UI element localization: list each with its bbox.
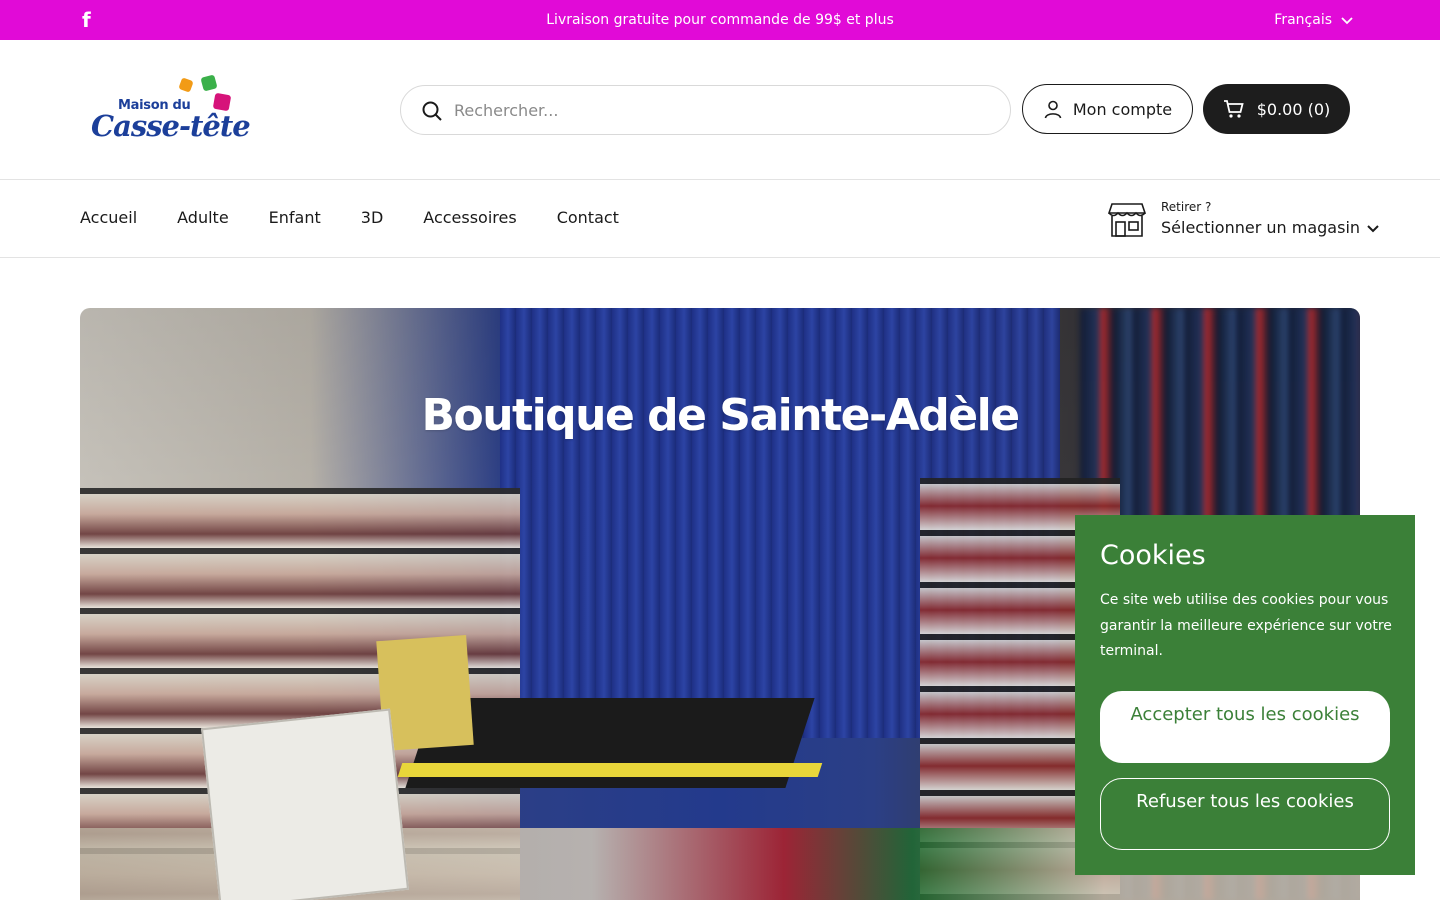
nav-item-enfant[interactable]: Enfant xyxy=(269,208,321,228)
user-icon xyxy=(1044,100,1062,119)
nav-item-accessoires[interactable]: Accessoires xyxy=(423,208,516,228)
hero-photo-table-top xyxy=(397,763,823,777)
cookie-text: Ce site web utilise des cookies pour vou… xyxy=(1100,592,1392,659)
nav-item-adulte[interactable]: Adulte xyxy=(177,208,229,228)
nav-item-3d[interactable]: 3D xyxy=(361,208,384,228)
store-icon xyxy=(1108,203,1146,237)
logo[interactable]: Maison du Casse-tête xyxy=(88,74,270,143)
nav-item-accueil[interactable]: Accueil xyxy=(80,208,137,228)
accept-cookies-button[interactable]: Accepter tous les cookies xyxy=(1100,691,1390,763)
language-label: Français xyxy=(1274,12,1332,28)
chevron-down-icon xyxy=(1341,17,1353,25)
language-selector[interactable]: Français xyxy=(1274,11,1354,29)
store-label-row: Sélectionner un magasin xyxy=(1161,218,1380,237)
reject-cookies-button[interactable]: Refuser tous les cookies xyxy=(1100,778,1390,850)
cart-label: $0.00 (0) xyxy=(1256,99,1331,119)
cart-button[interactable]: $0.00 (0) xyxy=(1203,84,1350,134)
search-input[interactable] xyxy=(454,98,974,122)
account-label: Mon compte xyxy=(1072,99,1173,119)
logo-line2: Casse-tête xyxy=(91,109,251,143)
hero-title: Boutique de Sainte-Adèle xyxy=(421,390,1020,441)
hero-photo-puzzle-box-front xyxy=(201,708,409,900)
search-bar[interactable] xyxy=(400,85,1011,135)
shipping-message: Livraison gratuite pour commande de 99$ … xyxy=(546,12,894,28)
site-header: Maison du Casse-tête Mon compte $0.00 (0… xyxy=(0,40,1440,180)
store-label: Sélectionner un magasin xyxy=(1161,218,1361,237)
nav-item-contact[interactable]: Contact xyxy=(557,208,619,228)
cookie-banner: Cookies Ce site web utilise des cookies … xyxy=(1075,515,1415,875)
store-prompt: Retirer ? xyxy=(1161,200,1212,214)
puzzle-piece-green xyxy=(200,74,218,92)
cookie-title: Cookies xyxy=(1100,540,1206,571)
puzzle-piece-orange xyxy=(178,77,194,93)
chevron-down-icon xyxy=(1367,224,1379,232)
cart-icon xyxy=(1223,100,1244,118)
search-icon xyxy=(422,101,442,121)
announcement-bar: f Livraison gratuite pour commande de 99… xyxy=(0,0,1440,40)
main-nav: Accueil Adulte Enfant 3D Accessoires Con… xyxy=(0,180,1440,258)
store-selector[interactable]: Retirer ? Sélectionner un magasin xyxy=(1108,200,1379,240)
account-button[interactable]: Mon compte xyxy=(1022,84,1193,134)
